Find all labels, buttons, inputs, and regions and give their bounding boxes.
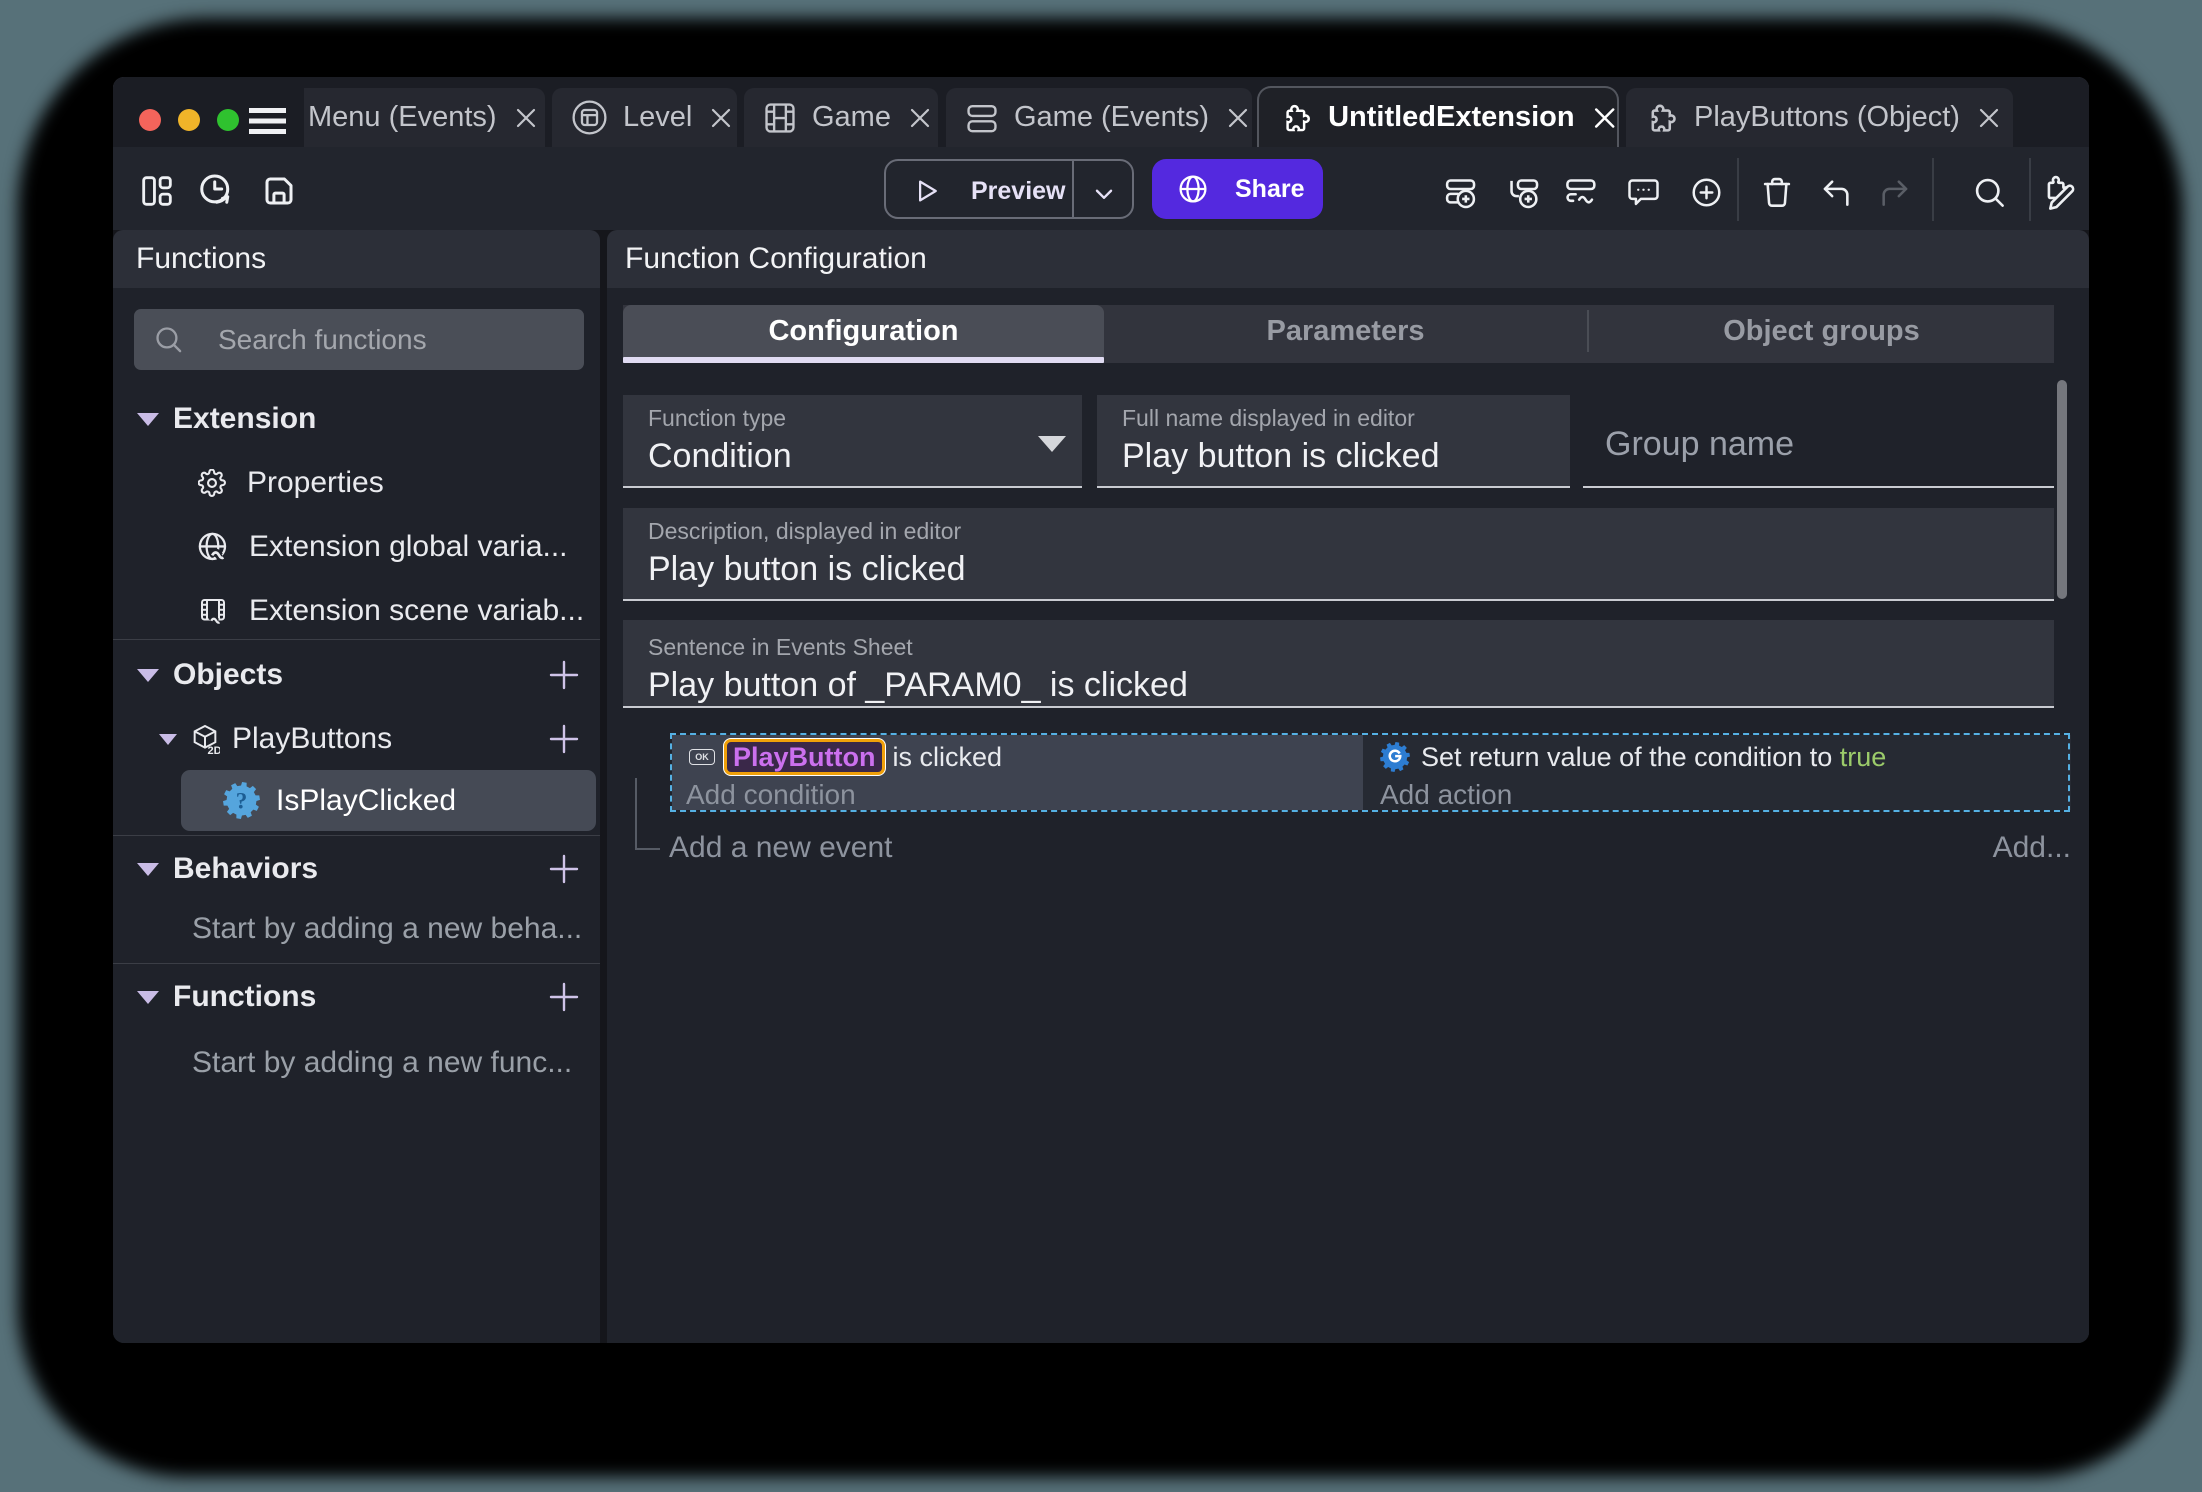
svg-text:?: ? <box>236 789 248 815</box>
svg-text:2D: 2D <box>207 745 220 755</box>
